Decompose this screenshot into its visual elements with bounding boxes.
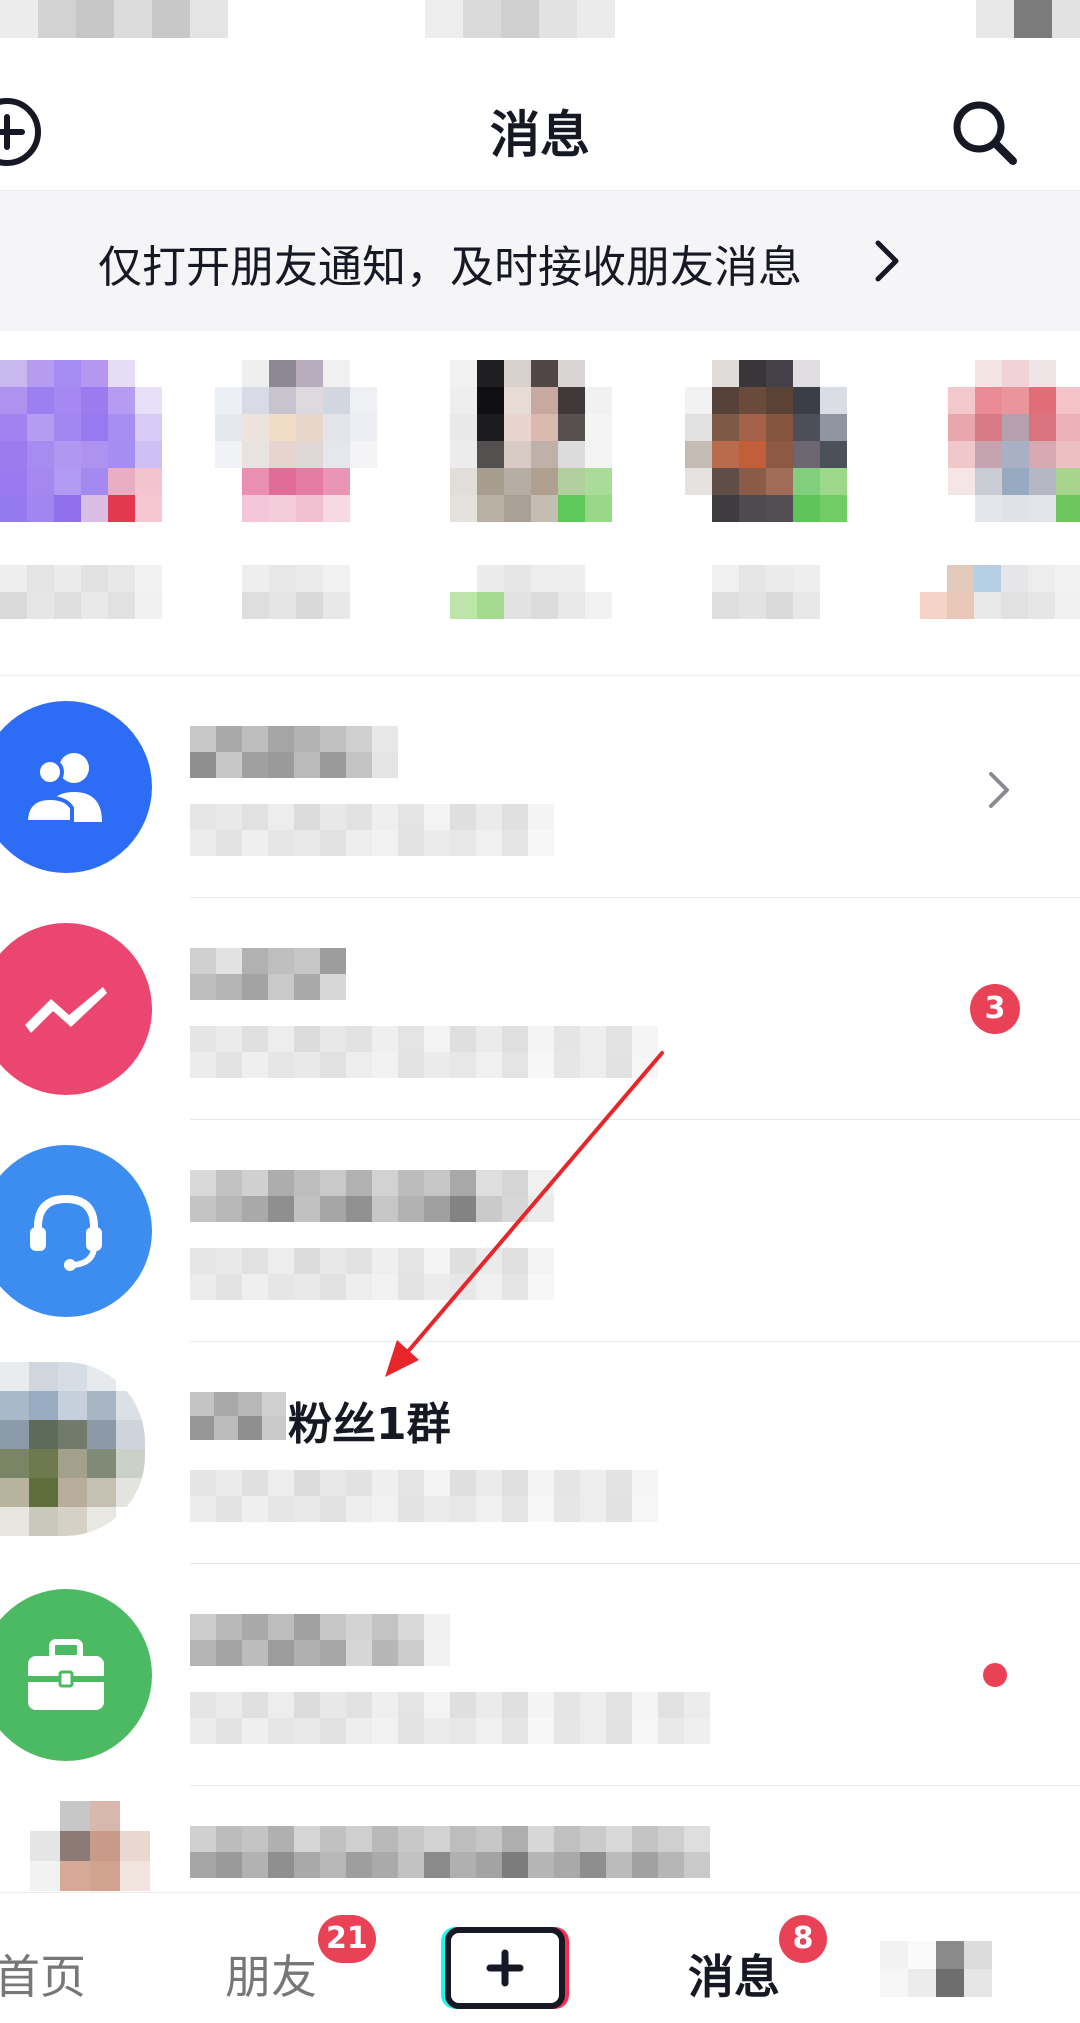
conversation-row-fans[interactable] xyxy=(0,676,1080,898)
status-bar xyxy=(0,0,1080,55)
briefcase-icon xyxy=(28,1639,104,1710)
friends-strip xyxy=(0,330,1080,675)
avatar xyxy=(0,701,152,873)
conversation-preview-blurred xyxy=(190,1470,658,1522)
banner-text: 仅打开朋友通知，及时接收朋友消息 xyxy=(98,242,802,293)
conversation-name-blurred xyxy=(190,1614,450,1666)
friend-name-blurred xyxy=(215,565,377,619)
friend-notification-banner[interactable]: 仅打开朋友通知，及时接收朋友消息 xyxy=(0,190,1080,331)
status-center-blurred xyxy=(425,0,615,38)
lightning-icon xyxy=(25,987,107,1033)
friend-name-blurred xyxy=(0,565,162,619)
conversation-preview-blurred xyxy=(190,804,554,856)
page-title: 消息 xyxy=(490,106,590,164)
tab-messages[interactable]: 消息 xyxy=(688,1941,780,2007)
conversation-preview-blurred xyxy=(190,1248,554,1300)
top-header: 消息 xyxy=(0,55,1080,190)
friend-name-blurred xyxy=(685,565,847,619)
friend-avatar[interactable] xyxy=(450,360,612,522)
headset-icon xyxy=(30,1194,102,1271)
unread-dot xyxy=(983,1663,1007,1687)
conversation-row-business[interactable] xyxy=(0,1564,1080,1786)
conversation-name-blurred xyxy=(190,726,398,778)
people-icon xyxy=(23,753,102,824)
conversation-row-service[interactable] xyxy=(0,1120,1080,1342)
avatar xyxy=(0,1362,145,1536)
conversation-name-blurred xyxy=(190,948,346,1000)
friend-avatar[interactable] xyxy=(215,360,377,522)
avatar xyxy=(30,1801,150,1891)
messages-badge: 8 xyxy=(779,1915,827,1963)
conversation-preview-blurred xyxy=(190,1826,710,1878)
conversation-row-fan-group[interactable]: 粉丝1群 xyxy=(0,1342,1080,1564)
conversation-preview-blurred xyxy=(190,1692,710,1744)
unread-badge: 3 xyxy=(970,984,1020,1034)
status-battery-blurred xyxy=(976,0,1080,38)
conversation-preview-blurred xyxy=(190,1026,658,1078)
fan-group-name: 粉丝1群 xyxy=(288,1399,451,1450)
bottom-nav: 首页 朋友 21 消息 8 xyxy=(0,1892,1080,2023)
friend-avatar[interactable] xyxy=(685,360,847,522)
friend-name-blurred xyxy=(920,565,1080,619)
chevron-right-icon xyxy=(870,233,904,289)
status-time-blurred xyxy=(0,0,228,38)
avatar xyxy=(0,1589,152,1761)
friend-name-blurred xyxy=(450,565,612,619)
conversation-name-blurred xyxy=(190,1170,554,1222)
conversation-list: 3 粉丝1群 xyxy=(0,675,1080,1893)
search-icon[interactable] xyxy=(945,93,1025,173)
tab-home[interactable]: 首页 xyxy=(0,1941,86,2007)
chevron-right-icon xyxy=(985,766,1013,814)
tab-me-blurred[interactable] xyxy=(880,1941,992,1997)
friend-avatar[interactable] xyxy=(0,360,162,522)
conversation-name-blurred xyxy=(190,1392,286,1440)
conversation-row-interactions[interactable]: 3 xyxy=(0,898,1080,1120)
avatar xyxy=(0,923,152,1095)
tab-friends[interactable]: 朋友 xyxy=(225,1941,317,2007)
friends-badge: 21 xyxy=(318,1915,376,1963)
friend-avatar[interactable] xyxy=(948,360,1080,522)
plus-icon xyxy=(486,1949,524,1987)
avatar xyxy=(0,1145,152,1317)
create-button[interactable] xyxy=(445,1927,565,2009)
